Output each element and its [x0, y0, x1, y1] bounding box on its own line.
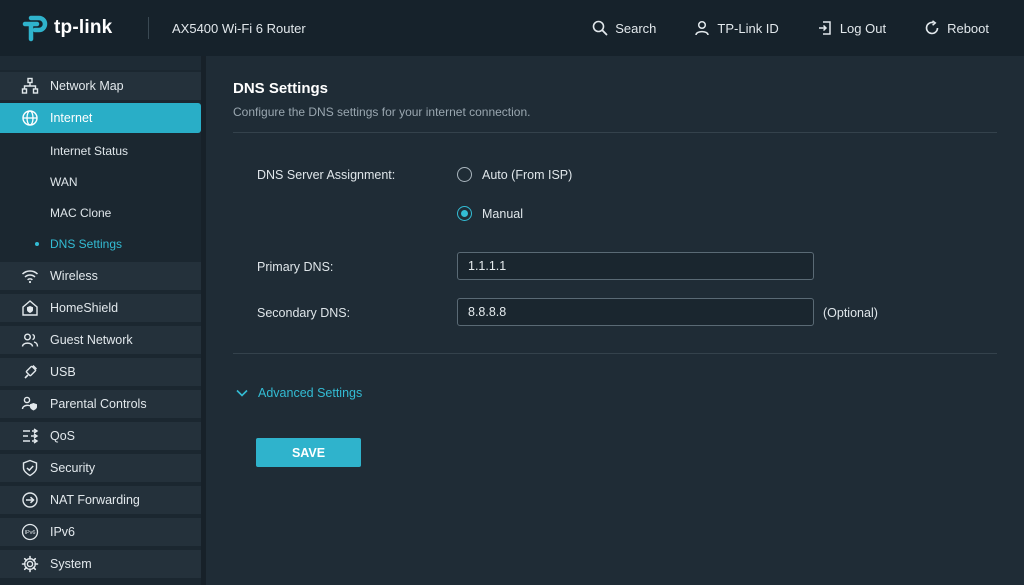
sidebar-item-homeshield[interactable]: HomeShield [0, 294, 201, 322]
nat-forwarding-icon [21, 491, 39, 509]
logout-button[interactable]: Log Out [817, 20, 886, 36]
sidebar-item-label: System [50, 557, 92, 571]
sidebar: Network Map Internet Internet Status WAN… [0, 70, 201, 585]
tp-link-logo-icon [22, 15, 48, 42]
reboot-label: Reboot [947, 20, 989, 36]
dns-assignment-label: DNS Server Assignment: [257, 168, 396, 182]
gear-icon [21, 555, 39, 573]
chevron-down-icon [236, 389, 248, 397]
sidebar-item-security[interactable]: Security [0, 454, 201, 482]
brand-name: tp-link [54, 17, 113, 38]
sidebar-item-label: Wireless [50, 269, 98, 283]
globe-icon [21, 109, 39, 127]
sidebar-item-guest-network[interactable]: Guest Network [0, 326, 201, 354]
sidebar-item-label: Parental Controls [50, 397, 147, 411]
sidebar-item-ipv6[interactable]: IPv6 IPv6 [0, 518, 201, 546]
svg-text:IPv6: IPv6 [24, 530, 35, 536]
optional-hint: (Optional) [823, 306, 878, 320]
main-content: DNS Settings Configure the DNS settings … [206, 56, 1024, 585]
secondary-dns-input[interactable] [457, 298, 814, 326]
primary-dns-label: Primary DNS: [257, 260, 334, 274]
advanced-settings-label: Advanced Settings [258, 386, 363, 400]
reboot-button[interactable]: Reboot [924, 20, 989, 36]
radio-auto-from-isp[interactable]: Auto (From ISP) [457, 167, 572, 182]
search-button[interactable]: Search [592, 20, 656, 36]
parental-controls-icon [21, 395, 39, 413]
sidebar-subitem-wan[interactable]: WAN [0, 170, 201, 194]
user-icon [695, 20, 710, 36]
usb-icon [21, 363, 39, 381]
search-icon [592, 20, 608, 36]
save-button[interactable]: SAVE [256, 438, 361, 467]
sidebar-item-label: IPv6 [50, 525, 76, 539]
top-bar: tp-link AX5400 Wi-Fi 6 Router Search TP-… [0, 0, 1024, 56]
tp-link-id-button[interactable]: TP-Link ID [694, 20, 779, 36]
sidebar-item-internet[interactable]: Internet [0, 103, 201, 133]
qos-icon [21, 427, 39, 445]
primary-dns-input[interactable] [457, 252, 814, 280]
section-divider-bottom [233, 353, 997, 354]
sidebar-item-nat-forwarding[interactable]: NAT Forwarding [0, 486, 201, 514]
sidebar-subitem-label: Internet Status [50, 144, 129, 158]
sidebar-item-label: Security [50, 461, 96, 475]
reboot-icon [925, 20, 939, 35]
page-title: DNS Settings [233, 80, 329, 97]
router-model: AX5400 Wi-Fi 6 Router [172, 20, 306, 36]
sidebar-subitem-label: MAC Clone [50, 206, 112, 220]
ipv6-icon: IPv6 [21, 523, 39, 541]
security-shield-icon [21, 459, 39, 477]
advanced-settings-toggle[interactable]: Advanced Settings [235, 386, 362, 400]
sidebar-item-wireless[interactable]: Wireless [0, 262, 201, 290]
header-divider [148, 17, 149, 39]
sidebar-item-label: QoS [50, 429, 76, 443]
radio-manual[interactable]: Manual [457, 206, 523, 221]
current-indicator-dot [35, 242, 39, 246]
home-shield-icon [21, 299, 39, 317]
sidebar-item-system[interactable]: System [0, 550, 201, 578]
network-map-icon [21, 77, 39, 95]
tp-link-id-label: TP-Link ID [717, 20, 779, 36]
sidebar-subitem-dns-settings[interactable]: DNS Settings [0, 232, 201, 256]
sidebar-item-label: Guest Network [50, 333, 133, 347]
radio-manual-label: Manual [482, 206, 523, 221]
secondary-dns-label: Secondary DNS: [257, 306, 351, 320]
sidebar-subitem-label: DNS Settings [50, 237, 123, 251]
sidebar-subitem-label: WAN [50, 175, 78, 189]
radio-auto-indicator[interactable] [457, 167, 472, 182]
page-description: Configure the DNS settings for your inte… [233, 105, 531, 119]
sidebar-subitem-internet-status[interactable]: Internet Status [0, 139, 201, 163]
logout-icon [818, 21, 831, 35]
sidebar-subitem-mac-clone[interactable]: MAC Clone [0, 201, 201, 225]
sidebar-item-usb[interactable]: USB [0, 358, 201, 386]
radio-auto-label: Auto (From ISP) [482, 167, 573, 182]
sidebar-item-network-map[interactable]: Network Map [0, 72, 201, 100]
sidebar-item-label: NAT Forwarding [50, 493, 140, 507]
sidebar-item-label: HomeShield [50, 301, 119, 315]
wifi-icon [21, 267, 39, 285]
logout-label: Log Out [839, 20, 887, 36]
section-divider-top [233, 132, 997, 133]
header-actions: Search TP-Link ID Log Out Reboot [592, 0, 1024, 56]
search-label: Search [615, 20, 657, 36]
users-icon [21, 331, 39, 349]
sidebar-item-label: USB [50, 365, 76, 379]
sidebar-item-label: Network Map [50, 79, 124, 93]
sidebar-item-label: Internet [50, 111, 93, 125]
tp-link-logo[interactable]: tp-link [20, 13, 128, 43]
radio-manual-indicator[interactable] [457, 206, 472, 221]
sidebar-item-qos[interactable]: QoS [0, 422, 201, 450]
sidebar-item-parental-controls[interactable]: Parental Controls [0, 390, 201, 418]
